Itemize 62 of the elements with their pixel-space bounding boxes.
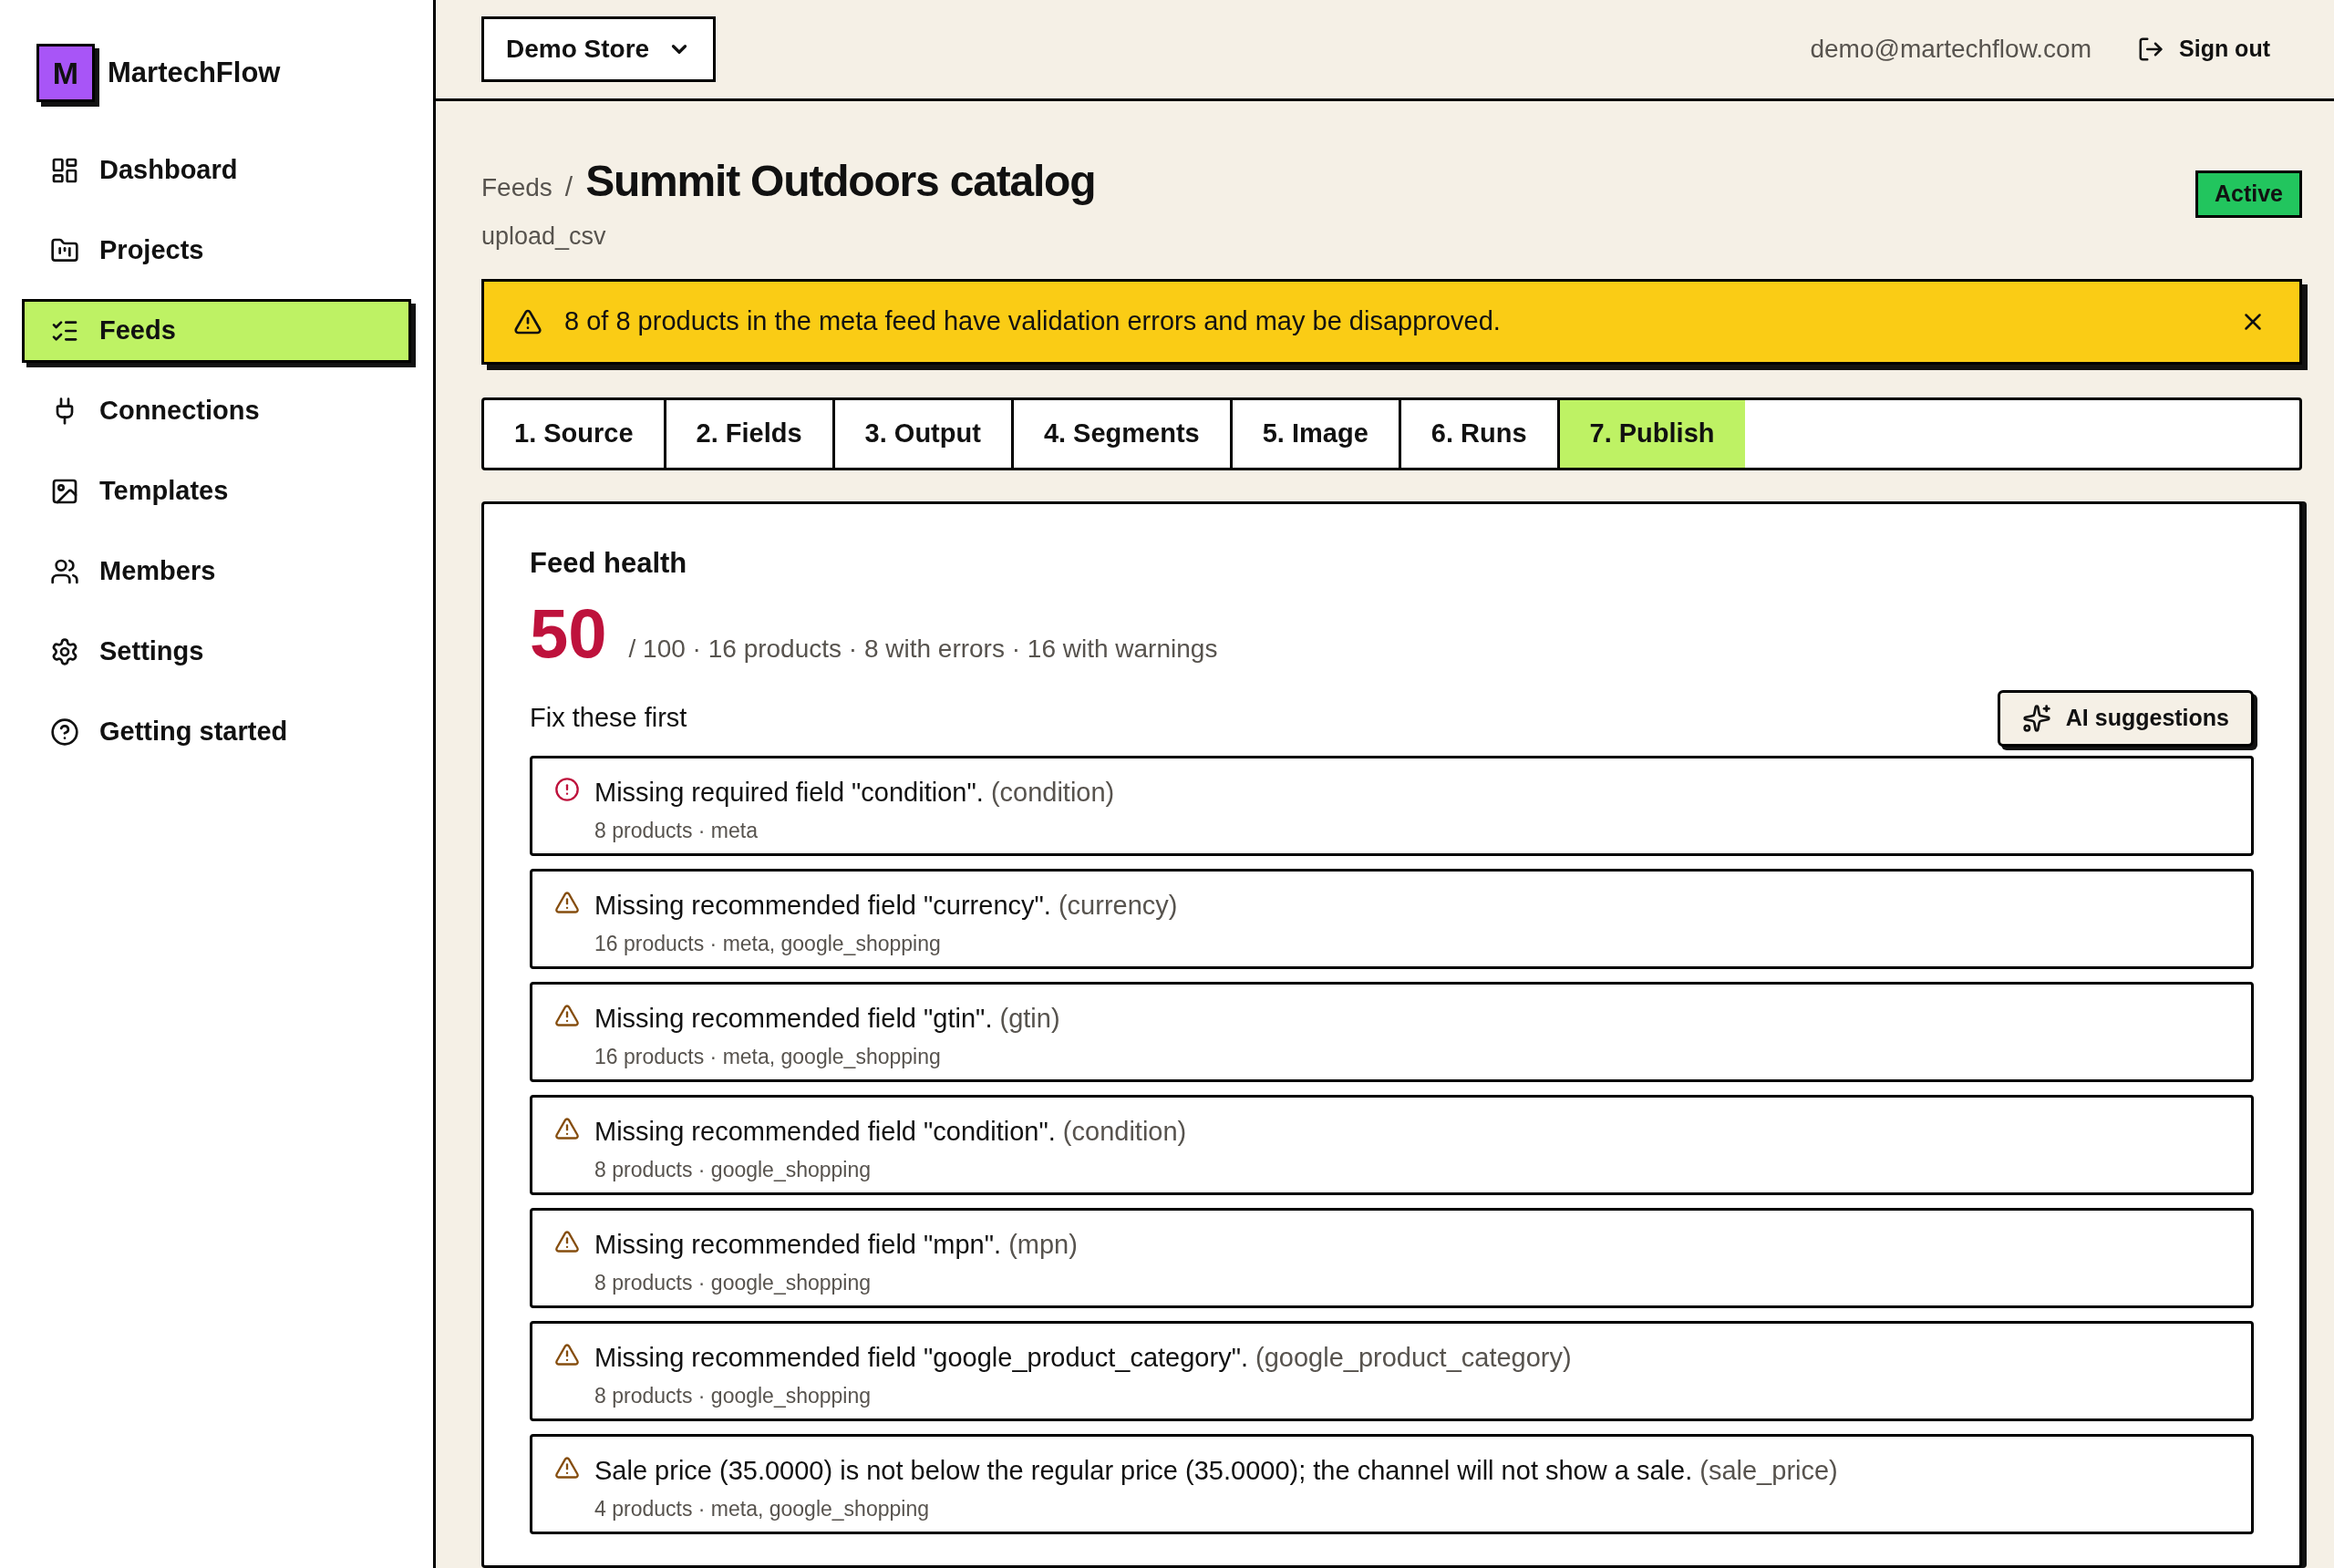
issue-detail: 16 products · meta, google_shopping xyxy=(594,1043,942,1070)
step-tab[interactable]: 3. Output xyxy=(834,399,1014,468)
issue-row[interactable]: Missing recommended field "mpn". (mpn) 8 products · google_shopping xyxy=(530,1208,2254,1308)
image-icon xyxy=(50,477,79,506)
error-icon xyxy=(554,777,580,802)
issue-row[interactable]: Missing recommended field "currency". (currency) 16 products · meta, google_shopping xyxy=(530,869,2254,969)
issue-detail: 8 products · google_shopping xyxy=(594,1269,873,1296)
status-badge: Active xyxy=(2195,170,2302,218)
feed-source: upload_csv xyxy=(481,222,607,252)
step-tab[interactable]: 4. Segments xyxy=(1013,399,1233,468)
issue-row[interactable]: Missing recommended field "condition". (condition) 8 products · google_shopping xyxy=(530,1095,2254,1195)
issue-row[interactable]: Missing required field "condition". (condition) 8 products · meta xyxy=(530,756,2254,856)
sidebar-item[interactable]: Getting started xyxy=(22,700,411,764)
sidebar-item[interactable]: Settings xyxy=(22,620,411,684)
dashboard-icon xyxy=(50,156,79,185)
issue-detail: 8 products · google_shopping xyxy=(594,1156,873,1183)
sidebar-item[interactable]: Connections xyxy=(22,379,411,443)
issue-detail: 8 products · google_shopping xyxy=(594,1382,873,1409)
warning-icon xyxy=(554,1116,580,1141)
warning-icon xyxy=(554,1455,580,1480)
health-score: 50 xyxy=(530,599,607,668)
card-title: Feed health xyxy=(530,545,688,581)
sidebar-item[interactable]: Members xyxy=(22,540,411,603)
issue-detail: 8 products · meta xyxy=(594,817,759,844)
user-email: demo@martechflow.com xyxy=(1810,34,2091,65)
sidebar-item[interactable]: Dashboard xyxy=(22,139,411,202)
warning-icon xyxy=(554,1342,580,1367)
issue-detail: 4 products · meta, google_shopping xyxy=(594,1495,930,1522)
sign-out-button[interactable]: Sign out xyxy=(2137,32,2270,67)
store-select[interactable]: Demo Store xyxy=(481,16,717,82)
sparkles-icon xyxy=(2021,704,2051,733)
issue-detail: 16 products · meta, google_shopping xyxy=(594,930,942,957)
issue-message: Missing required field "condition". (condition) xyxy=(594,777,1115,809)
warning-icon xyxy=(554,1003,580,1028)
sign-out-icon xyxy=(2137,36,2164,63)
warning-icon xyxy=(554,1229,580,1254)
settings-icon xyxy=(50,637,79,666)
health-summary: / 100 · 16 products · 8 with errors · 16 with warnings xyxy=(628,634,1218,665)
issue-row[interactable]: Missing recommended field "google_product_category". (google_product_category) 8 products · google_shopping xyxy=(530,1321,2254,1421)
sidebar-item[interactable]: Templates xyxy=(22,459,411,523)
issue-message: Missing recommended field "google_product_category". (google_product_category) xyxy=(594,1342,1572,1374)
issue-message: Missing recommended field "mpn". (mpn) xyxy=(594,1229,1078,1261)
issue-message: Missing recommended field "currency". (currency) xyxy=(594,890,1178,922)
issue-message: Missing recommended field "gtin". (gtin) xyxy=(594,1003,1060,1035)
step-tab[interactable]: 7. Publish xyxy=(1559,399,1745,468)
step-tab[interactable]: 2. Fields xyxy=(666,399,835,468)
breadcrumb-link[interactable]: Feeds xyxy=(481,169,553,207)
sidebar-item[interactable]: Projects xyxy=(22,219,411,283)
users-icon xyxy=(50,557,79,586)
warning-icon xyxy=(554,890,580,915)
section-title: Fix these first xyxy=(530,702,687,735)
alert-message: 8 of 8 products in the meta feed have validation errors and may be disapproved. xyxy=(564,304,1502,337)
issue-message: Missing recommended field "condition". (condition) xyxy=(594,1116,1187,1148)
breadcrumb-separator: / xyxy=(564,170,573,203)
issue-row[interactable]: Missing recommended field "gtin". (gtin) 16 products · meta, google_shopping xyxy=(530,982,2254,1082)
issue-row[interactable]: Sale price (35.0000) is not below the regular price (35.0000); the channel will not show a sale. (sale_price) 4 products · meta, google_shopping xyxy=(530,1434,2254,1534)
step-tab[interactable]: 5. Image xyxy=(1232,399,1401,468)
brand-name: MartechFlow xyxy=(108,55,281,90)
issue-message: Sale price (35.0000) is not below the regular price (35.0000); the channel will not show a sale. (sale_price) xyxy=(594,1455,1838,1487)
help-icon xyxy=(50,717,79,747)
step-tab[interactable]: 1. Source xyxy=(484,399,666,468)
page-title: Summit Outdoors catalog xyxy=(585,156,1096,207)
